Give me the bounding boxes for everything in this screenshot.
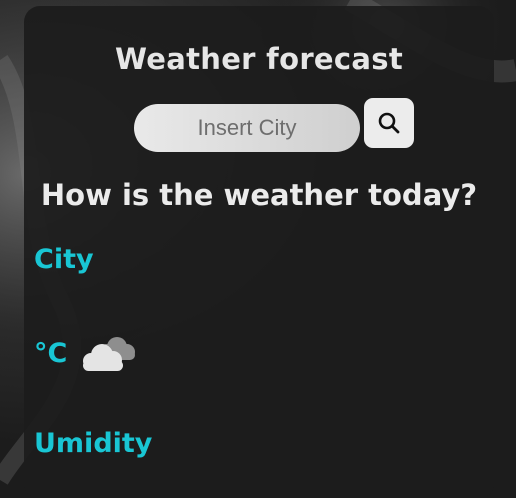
humidity-value: Umidity	[34, 428, 153, 459]
temperature-row: °C	[34, 330, 139, 376]
app-title: Weather forecast	[115, 42, 403, 76]
search-icon	[378, 112, 400, 134]
temperature-value: °C	[34, 337, 68, 369]
weather-question-heading: How is the weather today?	[40, 178, 478, 212]
cloud-icon	[83, 337, 136, 371]
weather-card: Weather forecast How is the weather toda…	[24, 6, 494, 498]
city-search-input[interactable]	[134, 104, 360, 152]
city-name: City	[34, 244, 94, 275]
search-button[interactable]	[364, 98, 414, 148]
